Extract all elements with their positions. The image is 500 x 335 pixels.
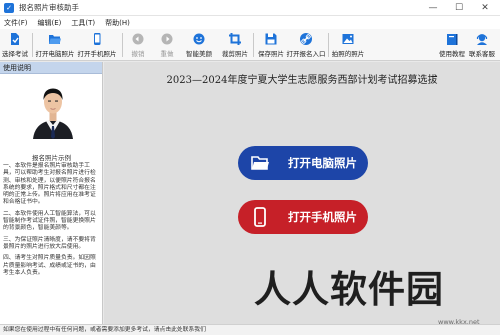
instruction-paragraph: 一、本软件是报名照片审核助手工具，可以帮助考生对报名照片进行检测、审核和处理，以… bbox=[3, 163, 96, 206]
open-pc-photo-button[interactable]: 打开电脑照片 bbox=[36, 30, 75, 60]
close-button[interactable]: ✕ bbox=[472, 0, 498, 16]
beauty-icon bbox=[192, 32, 206, 46]
redo-button[interactable]: 重做 bbox=[157, 30, 177, 60]
sample-photo bbox=[31, 81, 75, 139]
crop-photo-button[interactable]: 裁剪照片 bbox=[222, 30, 248, 60]
menu-tools[interactable]: 工具(T) bbox=[71, 18, 95, 28]
instruction-paragraph: 三、为保证照片清晰度，请不要将背景照片的照片进行放大后使用。 bbox=[3, 236, 96, 250]
headset-icon bbox=[475, 32, 489, 46]
sample-photo-caption: 报名照片示例 bbox=[32, 154, 71, 162]
open-registration-button[interactable]: 打开报名入口 bbox=[287, 30, 326, 60]
instruction-paragraph: 二、本软件使用人工智能算法，可以智能制作考试证件照，智能更换照片的背景颜色，智能… bbox=[3, 210, 96, 232]
app-logo-icon: ✓ bbox=[4, 2, 14, 13]
instructions-text: 一、本软件是报名照片审核助手工具，可以帮助考生对报名照片进行检测、审核和处理，以… bbox=[3, 163, 98, 281]
exam-title: 2023—2024年度宁夏大学生志愿服务西部计划考试招募选拔 bbox=[166, 75, 438, 86]
open-phone-photo-big-label: 打开手机照片 bbox=[288, 210, 357, 224]
folder-open-icon bbox=[250, 153, 270, 173]
phone-icon bbox=[90, 32, 104, 46]
toolbar: 选择考试 打开电脑照片 打开手机照片 撤销 重做 智能美颜 裁剪照片 保存照片 … bbox=[0, 29, 500, 61]
window-title: 报名照片审核助手 bbox=[19, 3, 79, 12]
contact-support-button[interactable]: 联系客服 bbox=[469, 30, 495, 60]
photo-icon bbox=[341, 32, 355, 46]
title-bar: ✓ 报名照片审核助手 — ☐ ✕ bbox=[0, 0, 500, 16]
open-pc-photo-big-label: 打开电脑照片 bbox=[288, 156, 357, 170]
menu-bar: 文件(F) 编辑(E) 工具(T) 帮助(H) bbox=[0, 16, 500, 29]
menu-help[interactable]: 帮助(H) bbox=[105, 18, 130, 28]
instruction-paragraph: 四、请考生对照片质量负责。如因照片质量影响考试、成绩或证书的，由考生本人负责。 bbox=[3, 255, 96, 276]
undo-button[interactable]: 撤销 bbox=[128, 30, 148, 60]
toolbar-separator bbox=[32, 33, 33, 57]
toolbar-separator bbox=[253, 33, 254, 57]
watermark-logo: 人人软件园 bbox=[254, 268, 444, 311]
maximize-button[interactable]: ☐ bbox=[446, 0, 472, 16]
status-bar[interactable]: 如果您在使用过程中有任何问题，或者需要添加更多考试，请点击此处联系我们 bbox=[0, 324, 500, 335]
book-icon bbox=[445, 32, 459, 46]
open-phone-photo-button[interactable]: 打开手机照片 bbox=[78, 30, 117, 60]
save-photo-button[interactable]: 保存照片 bbox=[258, 30, 284, 60]
open-pc-photo-big-button[interactable]: 打开电脑照片 bbox=[238, 146, 368, 180]
phone-icon bbox=[250, 207, 270, 227]
select-exam-icon bbox=[8, 32, 22, 46]
smart-beauty-button[interactable]: 智能美颜 bbox=[186, 30, 212, 60]
instructions-header: 使用说明 bbox=[0, 62, 102, 74]
taken-photos-button[interactable]: 拍照的照片 bbox=[331, 30, 365, 60]
folder-open-icon bbox=[48, 32, 62, 46]
menu-file[interactable]: 文件(F) bbox=[4, 18, 28, 28]
redo-icon bbox=[160, 32, 174, 46]
select-exam-button[interactable]: 选择考试 bbox=[2, 30, 28, 60]
minimize-button[interactable]: — bbox=[420, 0, 446, 16]
instructions-panel: 使用说明 报名照片示例 一、本软件是报名照片审核助手工具，可以帮助考生对报名照片… bbox=[0, 62, 103, 324]
save-icon bbox=[264, 32, 278, 46]
link-icon bbox=[299, 32, 313, 46]
undo-icon bbox=[131, 32, 145, 46]
toolbar-separator bbox=[328, 33, 329, 57]
toolbar-separator bbox=[122, 33, 123, 57]
menu-edit[interactable]: 编辑(E) bbox=[38, 18, 62, 28]
open-phone-photo-big-button[interactable]: 打开手机照片 bbox=[238, 200, 368, 234]
crop-icon bbox=[228, 32, 242, 46]
tutorial-button[interactable]: 使用教程 bbox=[439, 30, 465, 60]
